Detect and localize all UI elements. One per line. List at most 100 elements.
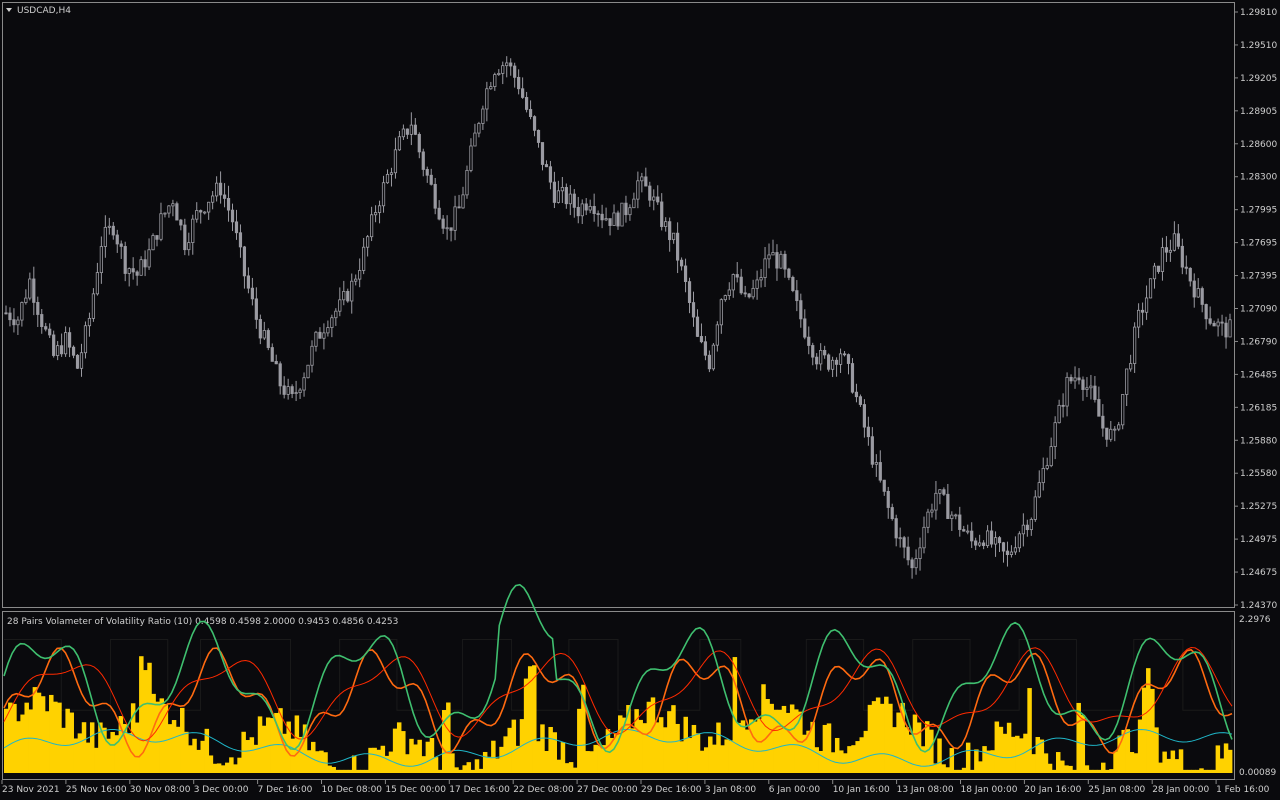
candle-body bbox=[485, 88, 489, 110]
histogram-bar bbox=[425, 741, 431, 773]
histogram-bar bbox=[450, 753, 455, 773]
histogram-bar bbox=[708, 736, 713, 773]
time-label: 1 Feb 16:00 bbox=[1216, 785, 1270, 795]
candle-body bbox=[318, 331, 322, 339]
candle-body bbox=[366, 236, 370, 248]
candle-body bbox=[886, 490, 890, 508]
candle-body bbox=[703, 341, 708, 356]
histogram-bar bbox=[1002, 733, 1008, 773]
time-label: 7 Dec 16:00 bbox=[258, 785, 313, 795]
candle-body bbox=[171, 203, 175, 207]
candle-body bbox=[52, 334, 56, 356]
histogram-bar bbox=[654, 722, 660, 773]
candle-body bbox=[1121, 394, 1125, 426]
candle-body bbox=[918, 547, 922, 559]
candle-body bbox=[779, 253, 783, 269]
histogram-bar bbox=[69, 712, 74, 773]
histogram-bar bbox=[343, 769, 349, 773]
candle-body bbox=[699, 336, 704, 343]
histogram-bar bbox=[53, 701, 58, 773]
price-label: 1.26185 bbox=[1240, 403, 1277, 413]
candle-body bbox=[1077, 377, 1081, 381]
histogram-bar bbox=[126, 733, 132, 773]
candle-body bbox=[501, 65, 505, 74]
histogram-bar bbox=[1125, 729, 1131, 773]
candle-body bbox=[540, 142, 545, 165]
histogram-bar bbox=[241, 731, 246, 773]
candle-body bbox=[819, 350, 823, 365]
candle-body bbox=[497, 72, 501, 75]
time-label: 13 Jan 08:00 bbox=[897, 785, 954, 795]
candle-body bbox=[1196, 288, 1200, 298]
histogram-bar bbox=[716, 722, 721, 773]
histogram-bar bbox=[1055, 752, 1061, 773]
histogram-bar bbox=[687, 738, 693, 773]
histogram-bar bbox=[925, 721, 930, 773]
candle-body bbox=[707, 354, 712, 370]
candle-body bbox=[358, 270, 362, 280]
histogram-bar bbox=[192, 738, 197, 773]
histogram-bar bbox=[658, 717, 664, 773]
time-label: 20 Jan 16:00 bbox=[1024, 785, 1081, 795]
histogram-bar bbox=[867, 704, 873, 773]
candle-body bbox=[370, 214, 374, 238]
histogram-bar bbox=[834, 737, 840, 773]
candle-body bbox=[660, 201, 664, 227]
candle-body bbox=[1057, 404, 1061, 424]
histogram-bar bbox=[695, 733, 701, 773]
time-label: 3 Dec 00:00 bbox=[194, 785, 249, 795]
candle-body bbox=[135, 271, 139, 276]
candle-body bbox=[71, 346, 76, 356]
histogram-bar bbox=[1186, 769, 1192, 773]
histogram-bar bbox=[110, 731, 115, 773]
candle-body bbox=[242, 246, 247, 277]
histogram-bar bbox=[16, 721, 21, 773]
candle-body bbox=[429, 174, 433, 185]
candle-body bbox=[735, 274, 739, 278]
histogram-bar bbox=[421, 756, 427, 773]
histogram-bar bbox=[184, 731, 189, 773]
histogram-bar bbox=[589, 751, 594, 773]
indicator-scale-bottom: 0.00089 bbox=[1239, 768, 1276, 778]
price-axis[interactable]: 1.29810 1.29510 1.29205 1.28905 1.28600 1.283… bbox=[1234, 8, 1277, 611]
histogram-bar bbox=[196, 749, 201, 773]
histogram-bar bbox=[89, 722, 95, 773]
histogram-bar bbox=[777, 709, 783, 773]
histogram-bar bbox=[401, 731, 406, 773]
histogram-bar bbox=[1060, 760, 1065, 773]
candle-body bbox=[934, 492, 938, 511]
candle-body bbox=[644, 176, 648, 187]
histogram-bar bbox=[949, 748, 955, 773]
candle-body bbox=[509, 62, 513, 67]
candle-body bbox=[4, 312, 8, 315]
candle-body bbox=[620, 202, 624, 227]
histogram-bar bbox=[650, 697, 656, 773]
time-axis[interactable]: 23 Nov 2021 25 Nov 16:00 30 Nov 08:00 3 Dec… bbox=[1, 780, 1270, 795]
histogram-bar bbox=[1047, 763, 1053, 773]
histogram-bar bbox=[351, 755, 357, 773]
candle-body bbox=[664, 221, 668, 227]
histogram-bar bbox=[1195, 769, 1200, 773]
candle-body bbox=[1188, 267, 1192, 282]
histogram-bar bbox=[826, 723, 832, 773]
histogram-bar bbox=[978, 761, 983, 773]
candle-body bbox=[656, 196, 660, 203]
price-label: 1.29510 bbox=[1240, 41, 1277, 51]
candle-body bbox=[1172, 233, 1176, 251]
candle-body bbox=[1001, 542, 1006, 552]
histogram-bar bbox=[675, 723, 680, 773]
candle-body bbox=[254, 298, 258, 320]
price-panel[interactable] bbox=[2, 2, 1235, 608]
histogram-bar bbox=[491, 740, 496, 773]
candle-body bbox=[560, 187, 564, 192]
histogram-bar bbox=[990, 750, 995, 773]
candle-body bbox=[846, 354, 851, 364]
histogram-bar bbox=[863, 730, 869, 773]
candle-body bbox=[139, 259, 143, 276]
candle-body bbox=[389, 172, 394, 175]
histogram-bar bbox=[699, 750, 705, 773]
candle-body bbox=[95, 272, 99, 295]
histogram-bar bbox=[220, 765, 226, 773]
trading-chart[interactable]: 1.29810 1.29510 1.29205 1.28905 1.28600 1.283… bbox=[0, 0, 1280, 800]
candle-body bbox=[437, 207, 441, 220]
